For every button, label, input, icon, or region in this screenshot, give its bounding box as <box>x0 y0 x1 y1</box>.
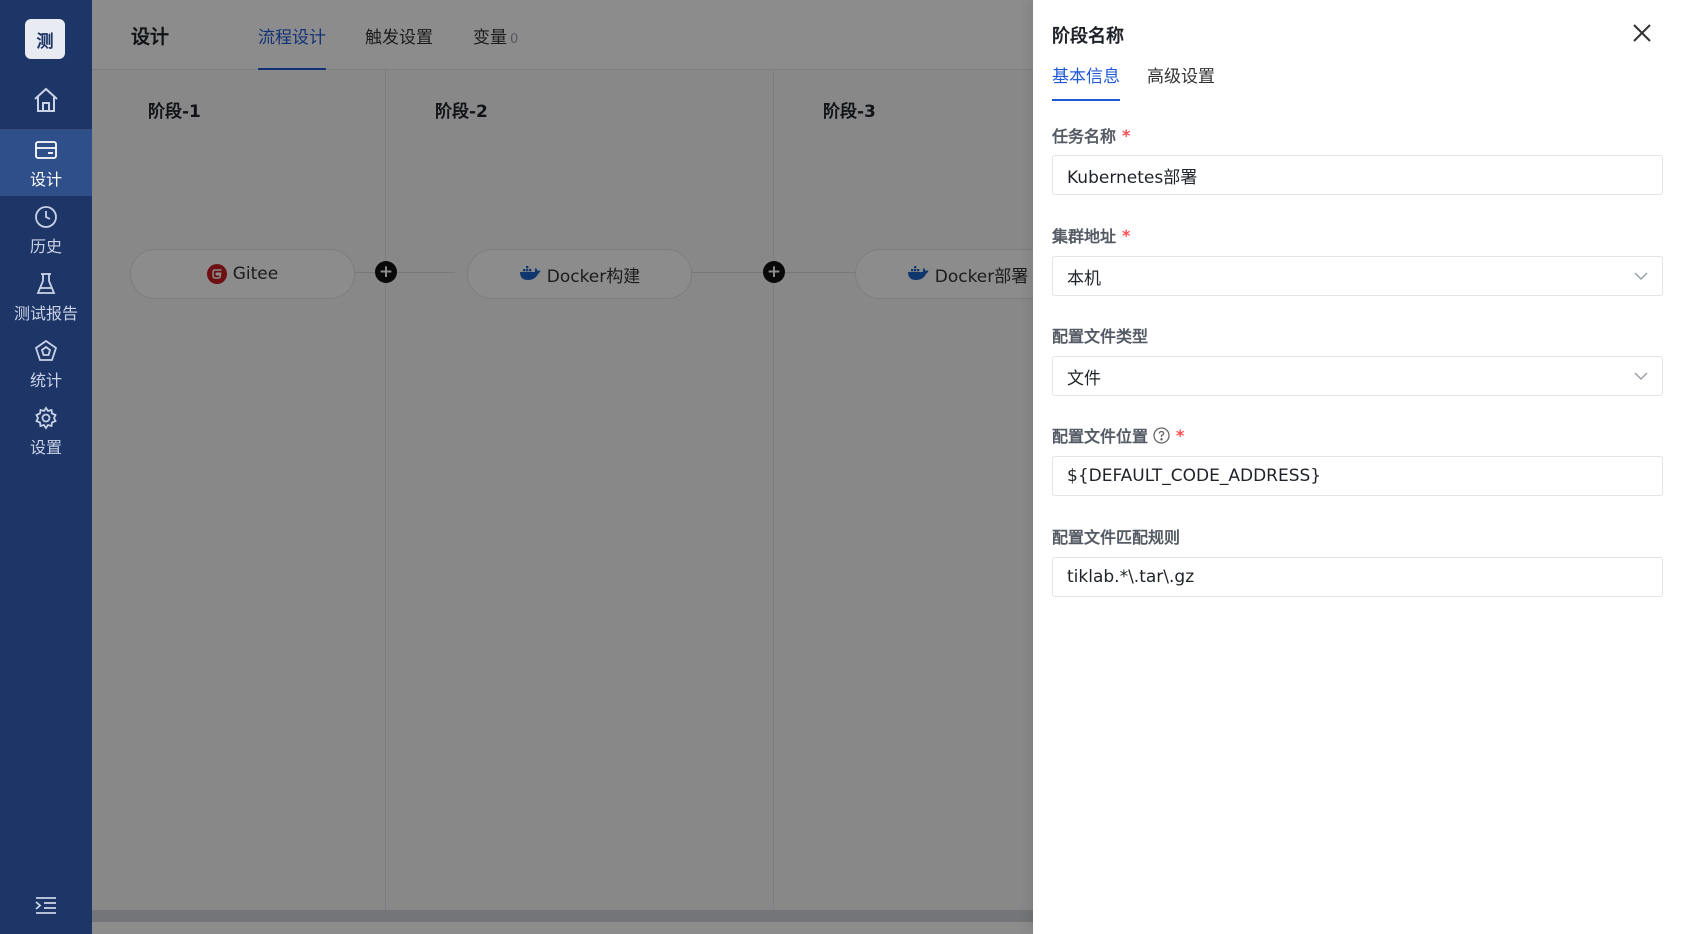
chevron-down-icon <box>1634 371 1648 381</box>
required-mark: * <box>1176 425 1185 445</box>
sidebar-item-settings[interactable]: 设置 <box>0 398 92 464</box>
field-label: 集群地址 * <box>1052 225 1131 247</box>
tab-advanced-settings[interactable]: 高级设置 <box>1147 62 1215 101</box>
field-label: 配置文件类型 <box>1052 327 1149 346</box>
drawer-mask[interactable] <box>92 0 1033 934</box>
field-label: 任务名称 * <box>1052 125 1131 147</box>
cluster-address-select[interactable]: 本机 <box>1052 256 1663 296</box>
task-config-drawer: 阶段名称 基本信息 高级设置 任务名称 * Kubernetes部署 集群地址 * … <box>1033 0 1681 934</box>
close-button[interactable] <box>1631 22 1653 44</box>
home-icon <box>34 87 58 112</box>
sidebar-item-label: 设置 <box>29 437 62 457</box>
sidebar-item-label: 统计 <box>29 370 62 390</box>
chevron-down-icon <box>1634 271 1648 281</box>
sidebar-item-history[interactable]: 历史 <box>0 197 92 263</box>
sidebar-item-label: 历史 <box>29 236 62 256</box>
sidebar-item-label: 测试报告 <box>13 303 78 323</box>
flask-icon <box>35 271 57 297</box>
collapse-sidebar-button[interactable] <box>33 892 59 918</box>
app-logo[interactable]: 测 <box>25 19 65 59</box>
design-icon <box>34 137 58 163</box>
field-label: 配置文件匹配规则 <box>1052 528 1181 547</box>
sidebar-item-design[interactable]: 设计 <box>0 130 92 196</box>
menu-collapse-icon <box>35 897 56 914</box>
question-circle-icon[interactable] <box>1153 426 1170 444</box>
config-file-type-select[interactable]: 文件 <box>1052 356 1663 396</box>
gear-icon <box>34 405 58 431</box>
task-name-input[interactable]: Kubernetes部署 <box>1052 155 1663 195</box>
clock-icon <box>34 204 58 230</box>
required-mark: * <box>1122 225 1131 245</box>
close-icon <box>1633 24 1651 42</box>
sidebar-item-statistics[interactable]: 统计 <box>0 331 92 397</box>
drawer-title: 阶段名称 <box>1052 26 1124 47</box>
required-mark: * <box>1122 125 1131 145</box>
sidebar: 测 设计 历史 测试报告 统计 设置 <box>0 0 92 934</box>
chart-icon <box>34 338 58 364</box>
config-file-match-rule-input[interactable]: tiklab.*\.tar\.gz <box>1052 557 1663 597</box>
sidebar-item-test-report[interactable]: 测试报告 <box>0 264 92 330</box>
field-label: 配置文件位置 * <box>1052 425 1185 447</box>
home-button[interactable] <box>0 72 92 128</box>
sidebar-item-label: 设计 <box>29 169 62 189</box>
config-file-location-input[interactable]: ${DEFAULT_CODE_ADDRESS} <box>1052 456 1663 496</box>
tab-basic-info[interactable]: 基本信息 <box>1052 62 1120 101</box>
